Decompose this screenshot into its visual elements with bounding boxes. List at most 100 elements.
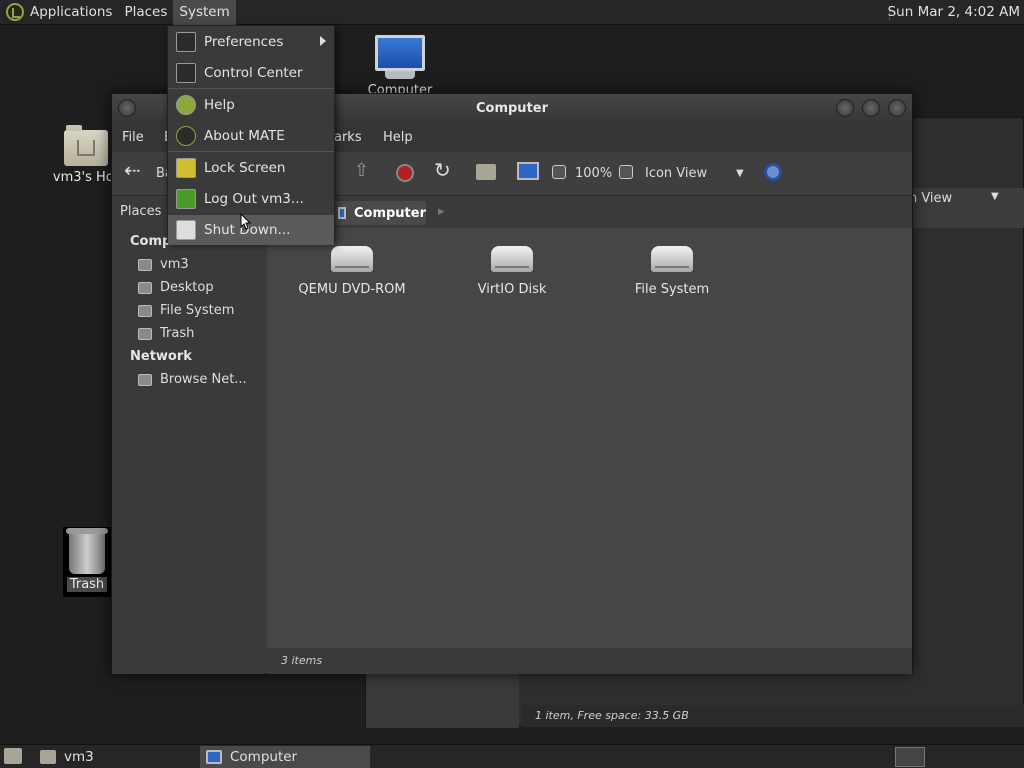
menu-item-label: Lock Screen xyxy=(204,160,286,176)
up-arrow-icon[interactable]: ⇧ xyxy=(354,160,369,181)
top-panel: Applications Places System Sun Mar 2, 4:… xyxy=(0,0,1024,25)
minimize-button[interactable] xyxy=(836,99,854,117)
task-label: vm3 xyxy=(64,749,94,765)
menu-separator xyxy=(168,151,334,152)
home-folder-icon xyxy=(40,750,56,764)
back-view-dropdown-icon[interactable]: ▼ xyxy=(991,191,999,202)
sidebar-item-desktop[interactable]: Desktop xyxy=(138,280,214,295)
menu-item-label: Control Center xyxy=(204,65,303,81)
menu-item-about-mate[interactable]: About MATE xyxy=(168,121,334,151)
shut-down-icon xyxy=(176,220,196,240)
menu-item-log-out[interactable]: Log Out vm3... xyxy=(168,184,334,214)
sidebar-item-label: Trash xyxy=(160,326,195,341)
sidebar-item-filesystem[interactable]: File System xyxy=(138,303,234,318)
hard-drive-icon xyxy=(491,246,533,272)
stop-icon[interactable] xyxy=(396,164,414,182)
computer-icon xyxy=(206,750,222,764)
home-folder-icon xyxy=(64,125,108,166)
home-icon[interactable] xyxy=(476,164,496,180)
zoom-out-icon[interactable] xyxy=(552,165,566,179)
show-desktop-icon[interactable] xyxy=(4,748,22,764)
places-dropdown[interactable]: Places xyxy=(120,204,161,219)
menu-file[interactable]: File xyxy=(122,130,144,145)
desktop-trash-label: Trash xyxy=(66,577,108,592)
menu-item-label: About MATE xyxy=(204,128,285,144)
sidebar-network-header: Network xyxy=(130,349,192,364)
drive-file-system[interactable]: File System xyxy=(602,246,742,297)
mate-logo-icon xyxy=(6,3,24,21)
zoom-in-icon[interactable] xyxy=(619,165,633,179)
applications-menu[interactable]: Applications xyxy=(0,0,118,25)
sidebar-item-label: Browse Net... xyxy=(160,372,247,387)
computer-icon[interactable] xyxy=(517,162,539,180)
task-label: Computer xyxy=(230,749,298,765)
places-menu[interactable]: Places xyxy=(118,0,173,25)
system-menu-button[interactable]: System xyxy=(173,0,236,25)
lock-screen-icon xyxy=(176,158,196,178)
sidebar-item-trash[interactable]: Trash xyxy=(138,326,194,341)
path-computer-button[interactable]: Computer xyxy=(332,201,426,225)
path-computer-label: Computer xyxy=(353,205,426,221)
bottom-panel: vm3 Computer xyxy=(0,744,1024,768)
sidebar-item-label: File System xyxy=(160,303,235,318)
computer-icon xyxy=(375,35,425,71)
desktop-computer-icon[interactable]: Computer xyxy=(362,35,438,98)
submenu-arrow-icon xyxy=(320,36,326,46)
system-menu: Preferences Control Center Help About MA… xyxy=(167,25,335,245)
task-computer[interactable]: Computer xyxy=(200,746,370,768)
sidebar-item-label: Desktop xyxy=(160,280,214,295)
status-bar: 3 items xyxy=(267,648,912,674)
help-icon xyxy=(176,95,196,115)
reload-icon[interactable]: ↻ xyxy=(434,158,451,182)
drive-label: File System xyxy=(634,282,710,297)
mouse-pointer-icon xyxy=(240,213,252,230)
back-status-bar: 1 item, Free space: 33.5 GB xyxy=(521,705,1024,727)
menu-help[interactable]: Help xyxy=(383,130,413,145)
sidebar-item-label: vm3 xyxy=(160,257,189,272)
menu-item-label: Log Out vm3... xyxy=(204,191,304,207)
menu-bookmarks[interactable]: arks xyxy=(334,130,362,145)
sidebar: Computer vm3 Desktop File System Trash N… xyxy=(112,228,265,674)
network-icon xyxy=(138,373,152,386)
hard-drive-icon xyxy=(651,246,693,272)
drive-icon xyxy=(138,304,152,317)
sidebar-item-browse-network[interactable]: Browse Net... xyxy=(138,372,247,387)
zoom-level[interactable]: 100% xyxy=(575,166,612,181)
view-mode-select[interactable]: Icon View xyxy=(645,166,707,181)
menu-item-label: Help xyxy=(204,97,235,113)
menu-item-help[interactable]: Help xyxy=(168,90,334,120)
menu-item-label: Preferences xyxy=(204,34,284,50)
path-computer-icon xyxy=(338,207,346,219)
view-mode-dropdown-icon[interactable]: ▼ xyxy=(736,168,744,179)
search-icon[interactable] xyxy=(764,163,782,181)
drive-label: VirtIO Disk xyxy=(477,282,547,297)
task-vm3[interactable]: vm3 xyxy=(34,746,194,768)
monitor-base xyxy=(385,71,415,79)
menu-separator xyxy=(168,88,334,89)
log-out-icon xyxy=(176,189,196,209)
menu-item-preferences[interactable]: Preferences xyxy=(168,27,334,57)
applications-label: Applications xyxy=(30,4,113,20)
maximize-button[interactable] xyxy=(862,99,880,117)
sidebar-item-vm3[interactable]: vm3 xyxy=(138,257,189,272)
workspace-switcher[interactable] xyxy=(895,747,925,767)
trash-icon xyxy=(66,528,108,574)
drive-dvd-rom[interactable]: QEMU DVD-ROM xyxy=(282,246,422,297)
file-view[interactable]: QEMU DVD-ROM VirtIO Disk File System xyxy=(267,228,912,648)
drive-virtio-disk[interactable]: VirtIO Disk xyxy=(442,246,582,297)
menu-item-control-center[interactable]: Control Center xyxy=(168,58,334,88)
desktop-trash-icon[interactable]: Trash xyxy=(63,528,111,592)
path-forward-icon[interactable]: ▸ xyxy=(438,204,445,219)
close-button[interactable] xyxy=(888,99,906,117)
desktop-folder-icon xyxy=(138,281,152,294)
clock[interactable]: Sun Mar 2, 4:02 AM xyxy=(888,0,1020,25)
back-arrow-icon[interactable]: ⇠ xyxy=(124,158,141,182)
menu-item-lock-screen[interactable]: Lock Screen xyxy=(168,153,334,183)
trash-icon xyxy=(138,327,152,340)
optical-drive-icon xyxy=(331,246,373,272)
home-folder-icon xyxy=(138,258,152,271)
control-center-icon xyxy=(176,63,196,83)
mate-logo-icon xyxy=(176,126,196,146)
drive-label: QEMU DVD-ROM xyxy=(298,282,406,297)
preferences-icon xyxy=(176,32,196,52)
